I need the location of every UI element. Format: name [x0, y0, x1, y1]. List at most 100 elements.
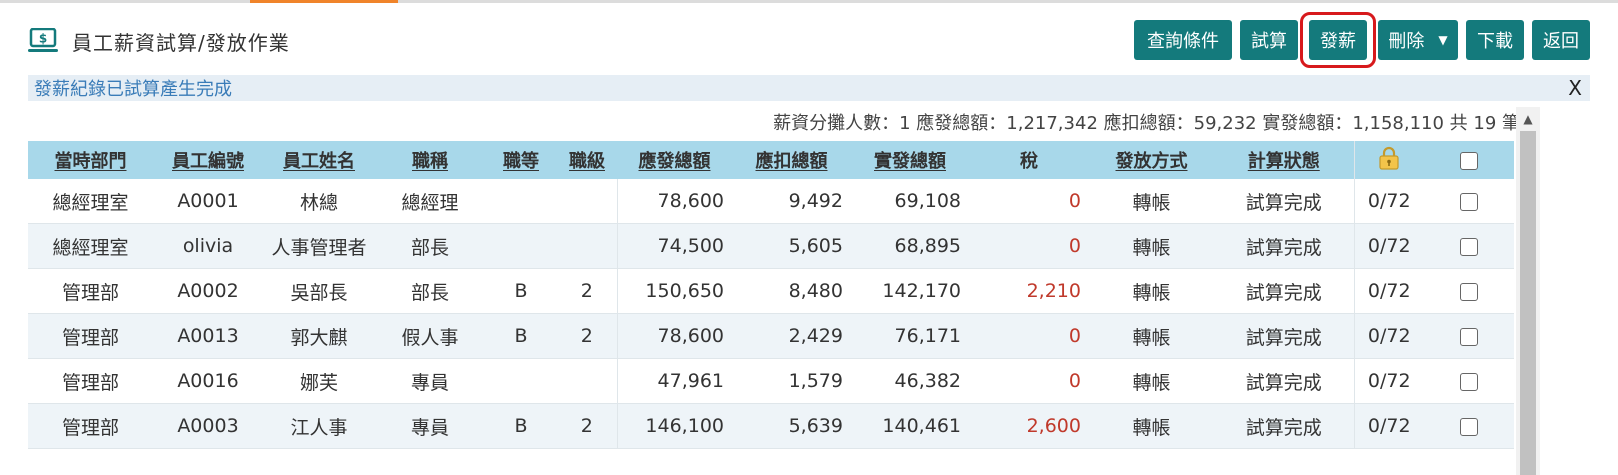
row-gross: 146,100	[616, 403, 732, 449]
row-level	[557, 223, 617, 269]
row-emp-name: 郭大麒	[263, 313, 375, 359]
scroll-thumb[interactable]	[1520, 131, 1536, 475]
row-emp-name: 林總	[263, 179, 375, 224]
row-method: 轉帳	[1089, 268, 1214, 314]
table-row[interactable]: 管理部 A0016 娜芙 專員 47,961 1,579 46,382 0 轉帳 試算完成 0/72	[28, 358, 1514, 404]
row-select[interactable]	[1424, 268, 1514, 314]
delete-dropdown-button[interactable]: 刪除 ▼	[1378, 20, 1458, 60]
row-deduct: 1,579	[732, 358, 851, 404]
row-title: 假人事	[375, 313, 485, 359]
col-gross[interactable]: 應發總額	[617, 141, 732, 179]
row-tax: 2,210	[969, 268, 1089, 314]
row-dept: 管理部	[28, 268, 153, 314]
row-status: 試算完成	[1214, 358, 1354, 404]
row-dept: 總經理室	[28, 179, 153, 224]
row-emp-id: olivia	[153, 223, 263, 269]
row-method: 轉帳	[1089, 179, 1214, 224]
col-grade[interactable]: 職等	[485, 141, 557, 179]
row-select[interactable]	[1424, 313, 1514, 359]
col-title[interactable]: 職稱	[375, 141, 485, 179]
row-status: 試算完成	[1214, 403, 1354, 449]
row-grade	[485, 358, 557, 404]
row-tax: 0	[969, 358, 1089, 404]
col-dept[interactable]: 當時部門	[28, 141, 153, 179]
row-title: 專員	[375, 358, 485, 404]
table-header-row: 當時部門 員工編號 員工姓名 職稱 職等 職級 應發總額 應扣總額 實發總額 稅…	[28, 141, 1514, 179]
row-emp-id: A0003	[153, 403, 263, 449]
select-all-checkbox[interactable]	[1460, 151, 1478, 170]
row-level: 2	[557, 268, 617, 314]
row-emp-id: A0001	[153, 179, 263, 224]
col-tax: 稅	[969, 141, 1089, 179]
delete-label: 刪除	[1388, 31, 1425, 52]
col-emp-name[interactable]: 員工姓名	[263, 141, 375, 179]
row-checkbox[interactable]	[1460, 372, 1478, 391]
toolbar: 查詢條件 試算 發薪 刪除 ▼ 下載 返回	[1134, 12, 1590, 68]
row-emp-name: 吳部長	[263, 268, 375, 314]
row-lock: 0/72	[1353, 179, 1424, 224]
row-emp-id: A0016	[153, 358, 263, 404]
table-row[interactable]: 總經理室 olivia 人事管理者 部長 74,500 5,605 68,895 0 轉帳 試算完…	[28, 223, 1514, 269]
row-select[interactable]	[1424, 179, 1514, 224]
row-select[interactable]	[1424, 358, 1514, 404]
back-button[interactable]: 返回	[1532, 20, 1590, 60]
col-status[interactable]: 計算狀態	[1214, 141, 1354, 179]
download-button[interactable]: 下載	[1466, 20, 1524, 60]
row-lock: 0/72	[1353, 313, 1424, 359]
row-net: 142,170	[851, 268, 969, 314]
col-select-all[interactable]	[1424, 141, 1514, 179]
row-level	[557, 358, 617, 404]
row-checkbox[interactable]	[1460, 192, 1478, 211]
row-lock: 0/72	[1353, 223, 1424, 269]
row-emp-name: 人事管理者	[263, 223, 375, 269]
row-deduct: 5,639	[732, 403, 851, 449]
row-level	[557, 179, 617, 224]
summary-line: 薪資分攤人數：1 應發總額：1,217,342 應扣總額：59,232 實發總額…	[773, 113, 1520, 134]
row-emp-id: A0013	[153, 313, 263, 359]
row-gross: 74,500	[616, 223, 732, 269]
row-checkbox[interactable]	[1460, 282, 1478, 301]
lock-icon	[1376, 145, 1402, 176]
row-gross: 47,961	[616, 358, 732, 404]
row-tax: 0	[969, 313, 1089, 359]
row-gross: 150,650	[616, 268, 732, 314]
row-select[interactable]	[1424, 223, 1514, 269]
caret-down-icon: ▼	[1438, 33, 1448, 47]
pay-salary-button[interactable]: 發薪	[1309, 20, 1367, 60]
col-method[interactable]: 發放方式	[1089, 141, 1214, 179]
col-deduct[interactable]: 應扣總額	[732, 141, 851, 179]
row-deduct: 2,429	[732, 313, 851, 359]
row-title: 部長	[375, 268, 485, 314]
top-progress-line	[0, 0, 1618, 3]
svg-text:$: $	[39, 32, 47, 46]
scroll-up-arrow-icon[interactable]: ▲	[1516, 107, 1540, 131]
query-conditions-button[interactable]: 查詢條件	[1134, 20, 1232, 60]
row-checkbox[interactable]	[1460, 327, 1478, 346]
row-lock: 0/72	[1353, 358, 1424, 404]
row-emp-name: 娜芙	[263, 358, 375, 404]
close-icon[interactable]: X	[1568, 76, 1590, 100]
vertical-scrollbar[interactable]: ▲	[1516, 107, 1540, 475]
table-row[interactable]: 管理部 A0003 江人事 專員 B 2 146,100 5,639 140,461 2,600 轉…	[28, 403, 1514, 449]
row-checkbox[interactable]	[1460, 417, 1478, 436]
row-method: 轉帳	[1089, 223, 1214, 269]
row-net: 46,382	[851, 358, 969, 404]
row-net: 76,171	[851, 313, 969, 359]
row-checkbox[interactable]	[1460, 237, 1478, 256]
table-row[interactable]: 管理部 A0002 吳部長 部長 B 2 150,650 8,480 142,170 2,210 轉…	[28, 268, 1514, 314]
row-dept: 總經理室	[28, 223, 153, 269]
row-emp-name: 江人事	[263, 403, 375, 449]
col-lock	[1353, 141, 1424, 179]
row-select[interactable]	[1424, 403, 1514, 449]
col-net[interactable]: 實發總額	[851, 141, 969, 179]
table-row[interactable]: 管理部 A0013 郭大麒 假人事 B 2 78,600 2,429 76,171 0 轉帳 試算完成…	[28, 313, 1514, 359]
col-emp-id[interactable]: 員工編號	[153, 141, 263, 179]
row-grade: B	[485, 403, 557, 449]
col-level[interactable]: 職級	[557, 141, 617, 179]
row-tax: 2,600	[969, 403, 1089, 449]
trial-calc-button[interactable]: 試算	[1240, 20, 1298, 60]
pay-button-highlight: 發薪	[1300, 12, 1376, 68]
row-deduct: 5,605	[732, 223, 851, 269]
table-row[interactable]: 總經理室 A0001 林總 總經理 78,600 9,492 69,108 0 轉帳 試算完成 0/…	[28, 179, 1514, 224]
row-grade	[485, 223, 557, 269]
